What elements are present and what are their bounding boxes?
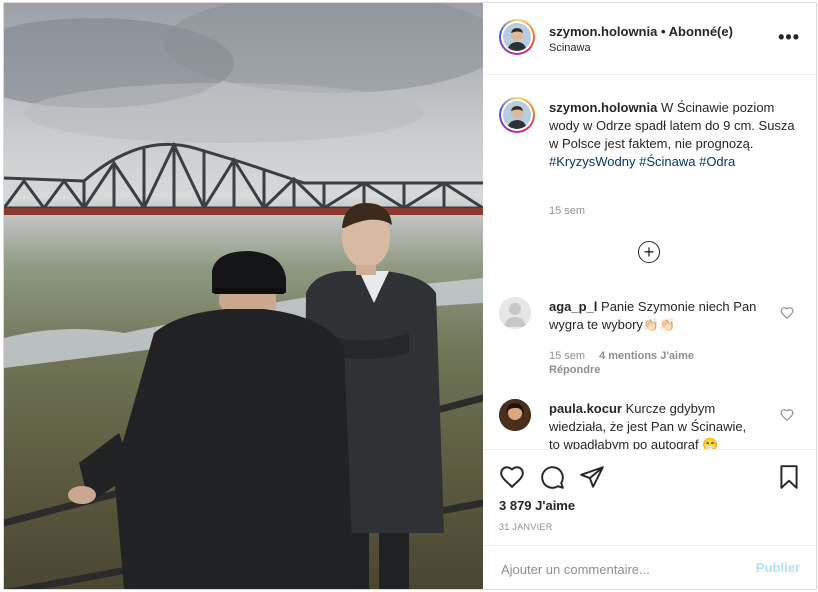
avatar-photo-icon: [503, 23, 531, 51]
comment-icon[interactable]: [539, 464, 565, 490]
separator-dot: •: [660, 24, 666, 39]
comment-text: paula.kocur Kurcze gdybym wiedziała, że …: [549, 400, 759, 449]
post-location[interactable]: Scinawa: [549, 42, 591, 54]
default-avatar-icon: [499, 297, 531, 329]
comment-meta: 15 sem 4 mentions J'aime Répondre: [549, 349, 708, 377]
likes-count[interactable]: 3 879 J'aime: [499, 498, 575, 513]
comment-text: aga_p_l Panie Szymonie niech Pan wygra t…: [549, 298, 759, 334]
comment-input[interactable]: [499, 558, 743, 580]
caption-username[interactable]: szymon.holownia: [549, 100, 657, 115]
comment-timestamp[interactable]: 15 sem: [549, 350, 585, 362]
avatar-photo-icon: [503, 101, 531, 129]
plus-icon: +: [643, 242, 655, 262]
add-comment-bar: Publier: [483, 545, 816, 590]
comment-username[interactable]: paula.kocur: [549, 401, 622, 416]
post-dialog: szymon.holownia • Abonné(e) Scinawa •••: [3, 2, 817, 590]
hashtag-link[interactable]: #Odra: [699, 154, 735, 169]
comment-likes[interactable]: 4 mentions J'aime: [599, 350, 694, 362]
caption-timestamp[interactable]: 15 sem: [549, 205, 585, 217]
post-photo[interactable]: [4, 3, 483, 589]
hashtag-link[interactable]: #KryzysWodny: [549, 154, 635, 169]
follow-status[interactable]: Abonné(e): [669, 24, 733, 39]
author-avatar[interactable]: [499, 19, 535, 55]
comments-section[interactable]: szymon.holownia W Ścinawie poziom wody w…: [483, 75, 816, 449]
commenter-avatar[interactable]: [499, 399, 531, 431]
more-options-button[interactable]: •••: [778, 27, 800, 48]
photo-scene: [4, 3, 483, 589]
publish-button[interactable]: Publier: [756, 560, 800, 575]
author-line: szymon.holownia • Abonné(e): [549, 24, 733, 39]
post-side-panel: szymon.holownia • Abonné(e) Scinawa •••: [483, 3, 816, 589]
caption-author-avatar[interactable]: [499, 97, 535, 133]
bookmark-icon[interactable]: [776, 464, 802, 490]
reply-button[interactable]: Répondre: [549, 364, 600, 376]
post-caption: szymon.holownia W Ścinawie poziom wody w…: [549, 99, 799, 171]
comment-heart-icon[interactable]: [780, 408, 794, 422]
post-date[interactable]: 31 JANVIER: [499, 522, 553, 532]
commenter-avatar[interactable]: [499, 297, 531, 329]
heart-icon[interactable]: [499, 464, 525, 490]
avatar-photo-icon: [499, 399, 531, 431]
hashtag-link[interactable]: #Ścinawa: [639, 154, 695, 169]
paper-plane-icon[interactable]: [579, 464, 605, 490]
author-username[interactable]: szymon.holownia: [549, 24, 657, 39]
post-header: szymon.holownia • Abonné(e) Scinawa •••: [483, 3, 816, 75]
comment-heart-icon[interactable]: [780, 306, 794, 320]
load-more-comments-button[interactable]: +: [638, 241, 660, 263]
post-actions: 3 879 J'aime 31 JANVIER: [483, 449, 816, 546]
comment-username[interactable]: aga_p_l: [549, 299, 597, 314]
